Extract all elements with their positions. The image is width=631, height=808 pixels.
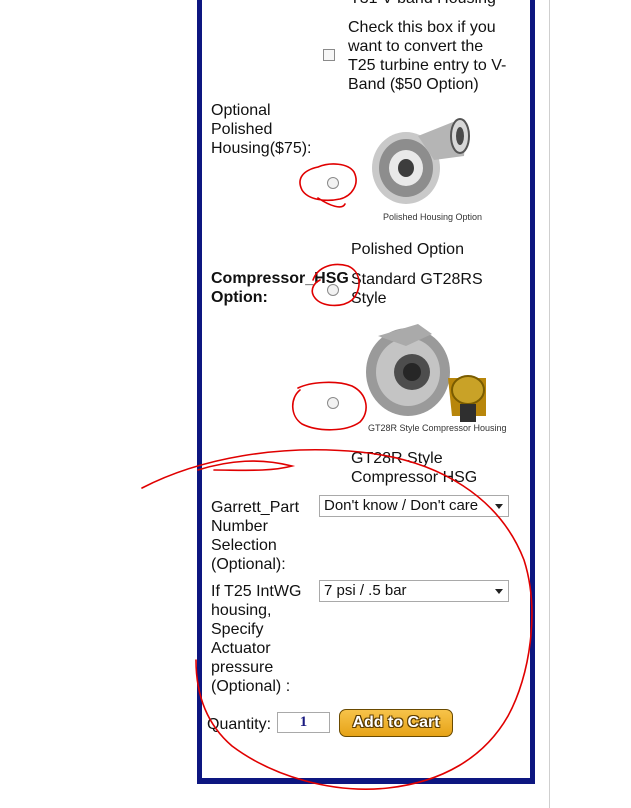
annotation-circle-standard [311,263,360,307]
red-annotation-overlay [141,163,533,790]
annotation-circle-polished [299,163,357,208]
annotation-large-circle [141,448,533,790]
annotation-circle-gt28r [291,381,367,431]
